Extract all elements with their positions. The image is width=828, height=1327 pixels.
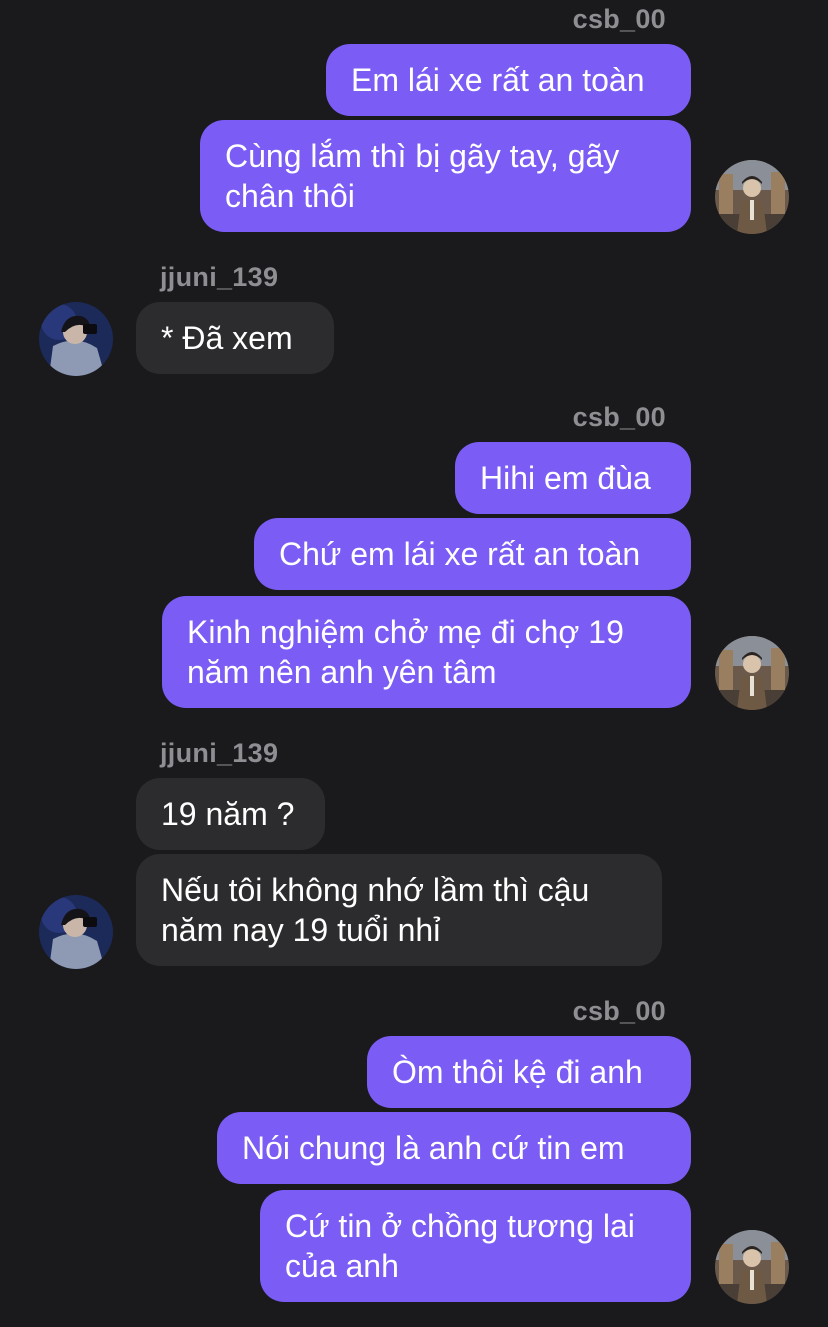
- jjuni-avatar[interactable]: [39, 302, 113, 376]
- user-photo-icon: [715, 636, 789, 710]
- user-photo-icon: [39, 895, 113, 969]
- outgoing-message[interactable]: Hihi em đùa: [455, 442, 691, 514]
- sender-name: jjuni_139: [160, 262, 279, 292]
- outgoing-message[interactable]: Cùng lắm thì bị gãy tay, gãy chân thôi: [200, 120, 691, 232]
- outgoing-message[interactable]: Cứ tin ở chồng tương lai của anh: [260, 1190, 691, 1302]
- user-photo-icon: [39, 302, 113, 376]
- incoming-message[interactable]: 19 năm ?: [136, 778, 325, 850]
- outgoing-message[interactable]: Nói chung là anh cứ tin em: [217, 1112, 691, 1184]
- incoming-message[interactable]: * Đã xem: [136, 302, 334, 374]
- csb-avatar[interactable]: [715, 160, 789, 234]
- sender-name: csb_00: [572, 4, 666, 34]
- outgoing-message[interactable]: Kinh nghiệm chở mẹ đi chợ 19 năm nên anh…: [162, 596, 691, 708]
- sender-name: csb_00: [572, 996, 666, 1026]
- csb-avatar[interactable]: [715, 636, 789, 710]
- sender-name: csb_00: [572, 402, 666, 432]
- outgoing-message[interactable]: Òm thôi kệ đi anh: [367, 1036, 691, 1108]
- user-photo-icon: [715, 1230, 789, 1304]
- user-photo-icon: [715, 160, 789, 234]
- incoming-message[interactable]: Nếu tôi không nhớ lầm thì cậu năm nay 19…: [136, 854, 662, 966]
- jjuni-avatar[interactable]: [39, 895, 113, 969]
- chat-thread: csb_00 Em lái xe rất an toàn Cùng lắm th…: [0, 0, 828, 1327]
- sender-name: jjuni_139: [160, 738, 279, 768]
- outgoing-message[interactable]: Chứ em lái xe rất an toàn: [254, 518, 691, 590]
- outgoing-message[interactable]: Em lái xe rất an toàn: [326, 44, 691, 116]
- csb-avatar[interactable]: [715, 1230, 789, 1304]
